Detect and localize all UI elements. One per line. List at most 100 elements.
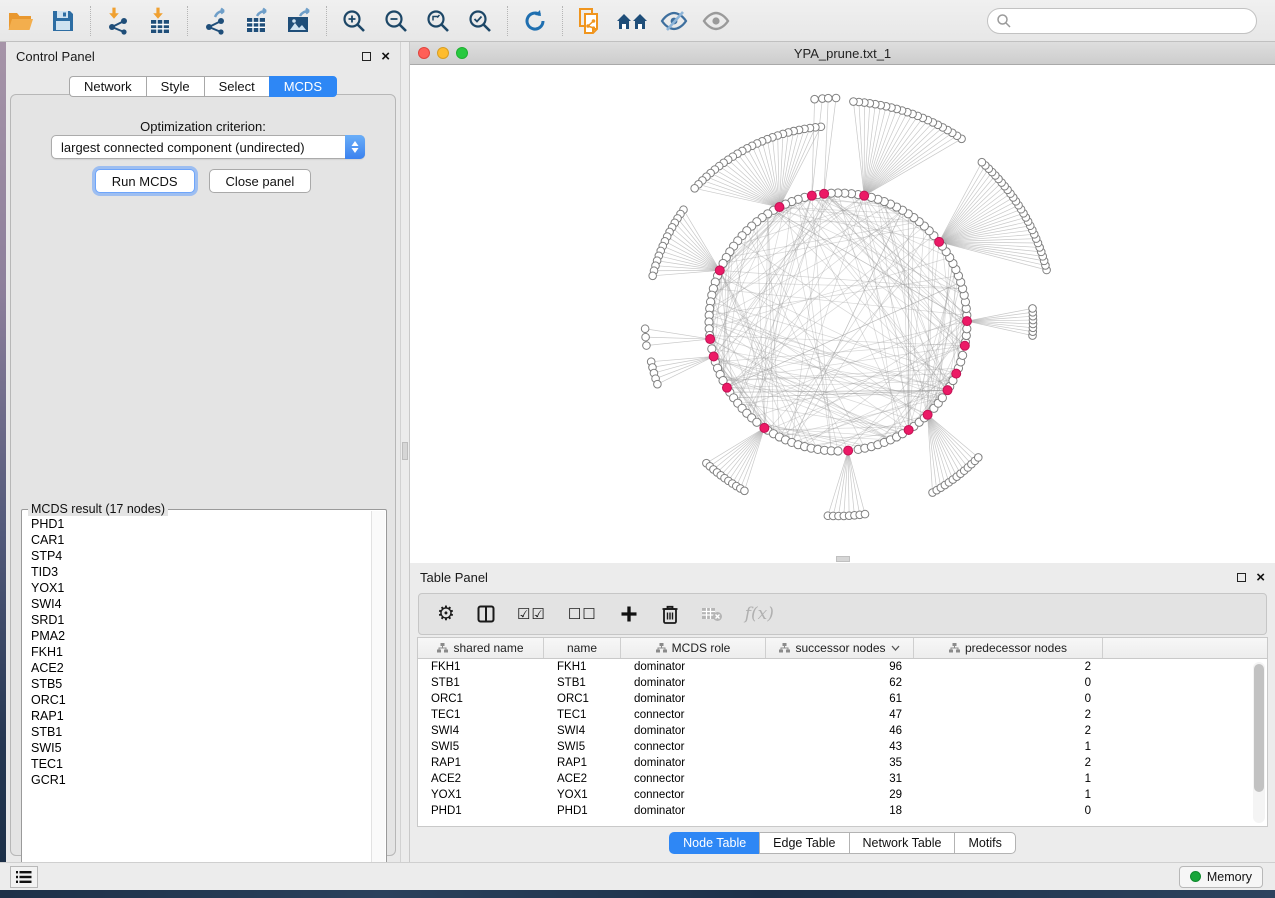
list-item[interactable]: STB1 — [24, 724, 370, 740]
hide-selected-button[interactable] — [653, 3, 695, 39]
add-column-button[interactable] — [619, 604, 639, 624]
splitter-handle[interactable] — [402, 442, 408, 460]
table-settings-button[interactable]: ⚙ — [437, 604, 455, 624]
list-item[interactable]: CAR1 — [24, 532, 370, 548]
table-cell[interactable]: 62 — [766, 677, 914, 689]
table-cell[interactable]: 1 — [914, 773, 1103, 785]
table-scrollbar-thumb[interactable] — [1254, 664, 1264, 792]
column-header-shared-name[interactable]: shared name — [418, 638, 544, 658]
table-cell[interactable]: 43 — [766, 741, 914, 753]
show-columns-button[interactable] — [477, 605, 495, 623]
tab-node-table[interactable]: Node Table — [669, 832, 759, 854]
tab-network[interactable]: Network — [69, 76, 146, 97]
table-cell[interactable]: TEC1 — [418, 709, 544, 721]
table-cell[interactable]: connector — [621, 789, 766, 801]
table-row[interactable]: SWI4SWI4dominator462 — [418, 723, 1267, 739]
import-network-button[interactable] — [97, 3, 139, 39]
export-network-button[interactable] — [194, 3, 236, 39]
column-header-successor-nodes[interactable]: successor nodes — [766, 638, 914, 658]
table-cell[interactable]: 29 — [766, 789, 914, 801]
table-cell[interactable]: 47 — [766, 709, 914, 721]
table-cell[interactable]: ACE2 — [544, 773, 621, 785]
horizontal-splitter-handle[interactable] — [836, 556, 850, 562]
import-table-button[interactable] — [139, 3, 181, 39]
show-all-button[interactable] — [695, 3, 737, 39]
float-panel-icon[interactable] — [362, 52, 371, 61]
table-cell[interactable]: 2 — [914, 661, 1103, 673]
table-row[interactable]: FKH1FKH1dominator962 — [418, 659, 1267, 675]
open-file-button[interactable] — [0, 3, 42, 39]
column-header-predecessor-nodes[interactable]: predecessor nodes — [914, 638, 1103, 658]
table-row[interactable]: ACE2ACE2connector311 — [418, 771, 1267, 787]
table-cell[interactable]: 18 — [766, 805, 914, 817]
tab-select[interactable]: Select — [204, 76, 269, 97]
table-cell[interactable]: PHD1 — [544, 805, 621, 817]
zoom-fit-button[interactable] — [417, 3, 459, 39]
list-item[interactable]: SWI5 — [24, 740, 370, 756]
list-item[interactable]: PMA2 — [24, 628, 370, 644]
table-cell[interactable]: 31 — [766, 773, 914, 785]
deselect-all-button[interactable]: ☐☐ — [568, 605, 597, 623]
apply-layout-button[interactable] — [514, 3, 556, 39]
save-session-button[interactable] — [42, 3, 84, 39]
list-item[interactable]: STB5 — [24, 676, 370, 692]
run-mcds-button[interactable]: Run MCDS — [95, 169, 195, 193]
table-scrollbar[interactable] — [1253, 662, 1265, 823]
table-cell[interactable]: STB1 — [418, 677, 544, 689]
tab-mcds[interactable]: MCDS — [269, 76, 337, 97]
table-cell[interactable]: STB1 — [544, 677, 621, 689]
table-row[interactable]: TEC1TEC1connector472 — [418, 707, 1267, 723]
export-image-button[interactable] — [278, 3, 320, 39]
select-all-button[interactable]: ☑☑ — [517, 605, 546, 623]
first-neighbors-button[interactable] — [611, 3, 653, 39]
list-item[interactable]: ACE2 — [24, 660, 370, 676]
search-box[interactable] — [987, 8, 1257, 34]
list-item[interactable]: RAP1 — [24, 708, 370, 724]
table-cell[interactable]: connector — [621, 709, 766, 721]
zoom-out-button[interactable] — [375, 3, 417, 39]
table-cell[interactable]: ACE2 — [418, 773, 544, 785]
task-history-button[interactable] — [10, 866, 38, 888]
table-cell[interactable]: RAP1 — [418, 757, 544, 769]
zoom-selected-button[interactable] — [459, 3, 501, 39]
tab-edge-table[interactable]: Edge Table — [759, 832, 848, 854]
tab-style[interactable]: Style — [146, 76, 204, 97]
table-row[interactable]: ORC1ORC1dominator610 — [418, 691, 1267, 707]
table-cell[interactable]: ORC1 — [418, 693, 544, 705]
table-cell[interactable]: SWI4 — [544, 725, 621, 737]
tab-motifs[interactable]: Motifs — [954, 832, 1015, 854]
column-header-mcds-role[interactable]: MCDS role — [621, 638, 766, 658]
table-cell[interactable]: dominator — [621, 661, 766, 673]
table-cell[interactable]: 46 — [766, 725, 914, 737]
column-header-name[interactable]: name — [544, 638, 621, 658]
list-item[interactable]: SRD1 — [24, 612, 370, 628]
function-builder-button[interactable]: f(x) — [745, 604, 774, 624]
optimization-criterion-select[interactable]: largest connected component (undirected) — [51, 135, 365, 159]
list-item[interactable]: SWI4 — [24, 596, 370, 612]
float-panel-icon[interactable] — [1237, 573, 1246, 582]
table-row[interactable]: SWI5SWI5connector431 — [418, 739, 1267, 755]
list-item[interactable]: TID3 — [24, 564, 370, 580]
close-panel-icon[interactable]: × — [381, 52, 390, 61]
table-cell[interactable]: 61 — [766, 693, 914, 705]
table-row[interactable]: RAP1RAP1dominator352 — [418, 755, 1267, 771]
list-item[interactable]: TEC1 — [24, 756, 370, 772]
list-item[interactable]: STP4 — [24, 548, 370, 564]
table-cell[interactable]: 0 — [914, 805, 1103, 817]
list-item[interactable]: YOX1 — [24, 580, 370, 596]
table-cell[interactable]: dominator — [621, 805, 766, 817]
table-cell[interactable]: TEC1 — [544, 709, 621, 721]
zoom-in-button[interactable] — [333, 3, 375, 39]
table-cell[interactable]: FKH1 — [544, 661, 621, 673]
result-list-scrollbar[interactable] — [371, 511, 385, 878]
search-input[interactable] — [1012, 14, 1256, 28]
table-cell[interactable]: SWI5 — [418, 741, 544, 753]
mcds-result-list[interactable]: PHD1CAR1STP4TID3YOX1SWI4SRD1PMA2FKH1ACE2… — [24, 516, 370, 877]
list-item[interactable]: FKH1 — [24, 644, 370, 660]
table-row[interactable]: YOX1YOX1connector291 — [418, 787, 1267, 803]
table-cell[interactable]: YOX1 — [418, 789, 544, 801]
network-graph[interactable] — [410, 65, 1275, 563]
table-cell[interactable]: 2 — [914, 757, 1103, 769]
table-cell[interactable]: ORC1 — [544, 693, 621, 705]
close-panel-icon[interactable]: × — [1256, 573, 1265, 582]
